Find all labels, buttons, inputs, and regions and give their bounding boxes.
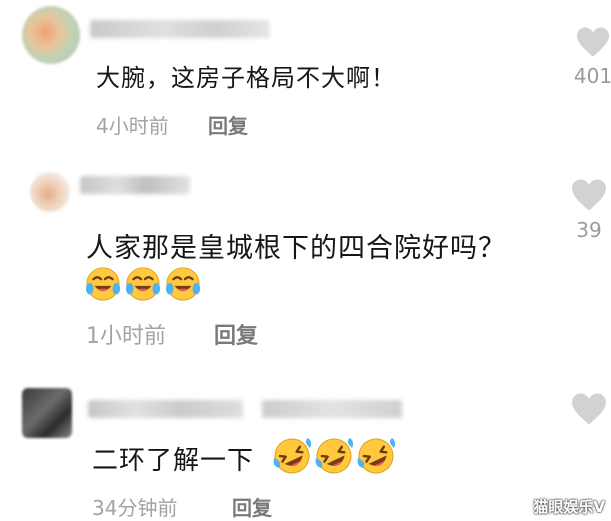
reply-button[interactable]: 回复 [214, 318, 258, 350]
heart-icon[interactable] [570, 392, 608, 426]
username-suffix-blurred [262, 400, 402, 418]
username-blurred[interactable] [88, 400, 243, 418]
reply-button[interactable]: 回复 [232, 492, 272, 521]
emoji-row [272, 436, 396, 480]
rolling-laughing-icon [314, 436, 354, 480]
laughing-tears-icon [84, 264, 122, 306]
rolling-laughing-icon [356, 436, 396, 480]
avatar[interactable] [22, 388, 72, 438]
username-blurred[interactable] [90, 20, 270, 38]
laughing-tears-icon [124, 264, 162, 306]
comment-text: 二环了解一下 [92, 446, 255, 476]
comment-time: 1小时前 [86, 324, 166, 349]
like-count: 401 [573, 64, 611, 88]
reply-button[interactable]: 回复 [208, 110, 248, 139]
rolling-laughing-icon [272, 436, 312, 480]
comment-time: 34分钟前 [92, 496, 178, 520]
comment-item: 人家那是皇城根下的四合院好吗？ 1小时前 回复 39 [0, 150, 611, 350]
laughing-tears-icon [164, 264, 202, 306]
emoji-row [84, 264, 202, 306]
watermark: 猫眼娱乐V [533, 498, 605, 516]
heart-icon[interactable] [570, 178, 608, 212]
like-count: 39 [576, 218, 602, 242]
username-blurred[interactable] [80, 176, 190, 194]
comment-text: 大腕，这房子格局不大啊！ [96, 64, 396, 92]
comment-item: 大腕，这房子格局不大啊！ 4小时前 回复 401 [0, 0, 611, 150]
comment-text: 人家那是皇城根下的四合院好吗？ [86, 233, 506, 264]
comment-time: 4小时前 [96, 114, 169, 138]
comment-item: 二环了解一下 34分钟前 回复 [0, 370, 611, 521]
avatar[interactable] [30, 172, 70, 212]
avatar[interactable] [22, 6, 80, 64]
heart-icon[interactable] [575, 26, 611, 58]
